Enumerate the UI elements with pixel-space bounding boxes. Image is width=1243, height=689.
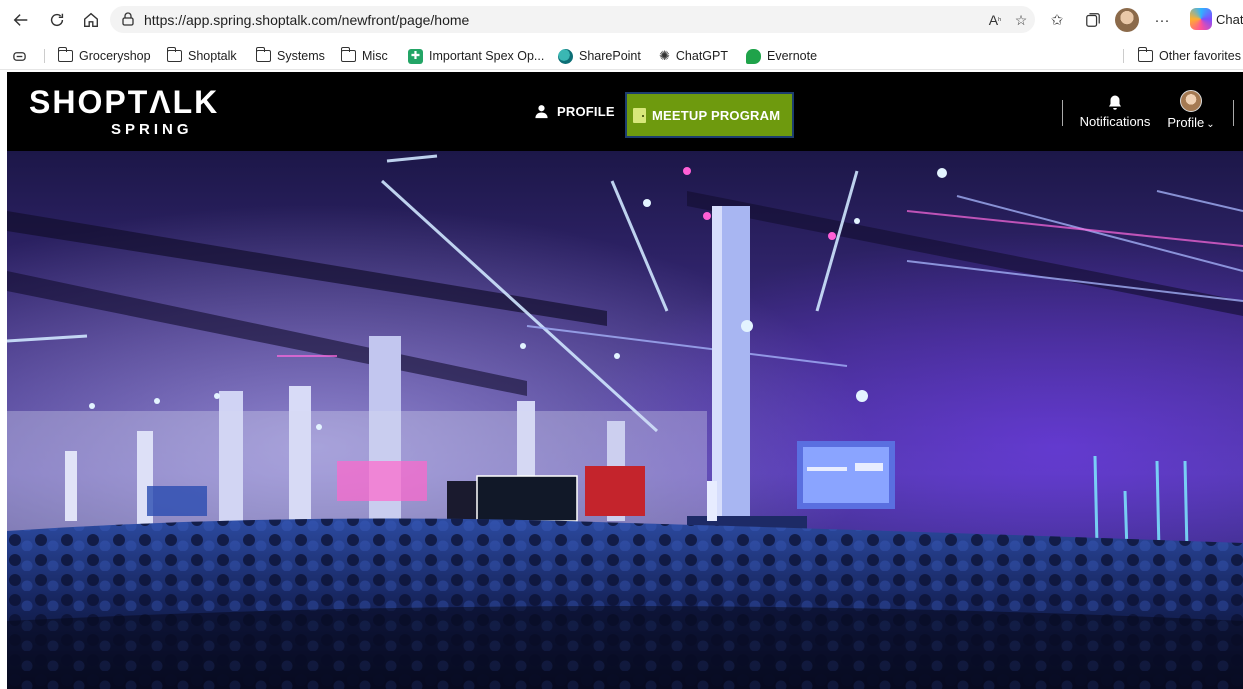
- favorite-sharepoint[interactable]: SharePoint: [558, 47, 641, 65]
- browser-toolbar: https://app.spring.shoptalk.com/newfront…: [0, 0, 1243, 40]
- chatgpt-icon: ✺: [659, 48, 670, 63]
- refresh-icon[interactable]: [46, 9, 68, 31]
- profile-avatar-icon[interactable]: [1115, 8, 1139, 32]
- favorite-label: Other favorites: [1159, 49, 1241, 63]
- site-info-icon[interactable]: [120, 11, 136, 27]
- favorite-label: Important Spex Op...: [429, 49, 545, 63]
- notifications-button[interactable]: Notifications: [1076, 94, 1154, 129]
- folder-icon: [57, 47, 73, 62]
- favorite-label: Misc: [362, 49, 388, 63]
- chat-label[interactable]: Chat: [1216, 12, 1243, 27]
- shoptalk-logo[interactable]: SHOPTΛLK: [29, 84, 219, 121]
- collections-icon[interactable]: [1082, 9, 1104, 31]
- notifications-label: Notifications: [1079, 114, 1151, 129]
- url-text[interactable]: https://app.spring.shoptalk.com/newfront…: [144, 12, 469, 28]
- bell-icon: [1109, 95, 1121, 110]
- hero-image: [7, 151, 1243, 689]
- favorites-divider: [44, 49, 45, 63]
- favorite-star-icon[interactable]: ☆: [1012, 12, 1030, 28]
- favorites-bar: Groceryshop Shoptalk Systems Misc ✚ Impo…: [0, 40, 1243, 70]
- favorite-label: ChatGPT: [675, 49, 729, 63]
- profile-menu-button[interactable]: Profile ⌄: [1165, 90, 1217, 130]
- profile-label: Profile: [1167, 115, 1205, 130]
- sharepoint-icon: [558, 48, 573, 64]
- site-header: SHOPTΛLK SPRING PROFILE MEETUP PROGRAM N…: [7, 72, 1243, 151]
- folder-icon: [340, 47, 356, 62]
- favorite-shoptalk[interactable]: Shoptalk: [166, 47, 237, 65]
- conference-hall-photo: [7, 151, 1243, 689]
- copilot-icon[interactable]: [1190, 8, 1212, 30]
- address-bar[interactable]: https://app.spring.shoptalk.com/newfront…: [110, 6, 1035, 33]
- nav-profile-link[interactable]: PROFILE: [534, 104, 615, 119]
- shoptalk-page: SHOPTΛLK SPRING PROFILE MEETUP PROGRAM N…: [7, 72, 1243, 689]
- favorites-divider: [1123, 49, 1124, 63]
- nav-meetup-label: MEETUP PROGRAM: [652, 107, 781, 123]
- read-aloud-icon[interactable]: Aʰ: [986, 12, 1004, 28]
- home-icon[interactable]: [80, 9, 102, 31]
- header-divider: [1062, 100, 1063, 126]
- nav-meetup-program-button[interactable]: MEETUP PROGRAM: [625, 92, 794, 138]
- folder-icon: [1137, 47, 1153, 62]
- sheets-icon: ✚: [408, 48, 423, 64]
- favorite-misc[interactable]: Misc: [340, 47, 388, 65]
- favorite-evernote[interactable]: Evernote: [746, 47, 817, 65]
- door-icon: [633, 107, 646, 123]
- avatar: [1180, 90, 1202, 112]
- folder-icon: [166, 47, 182, 62]
- more-icon[interactable]: ···: [1151, 9, 1173, 31]
- favorites-icon[interactable]: ✩: [1046, 9, 1068, 31]
- tab-actions-icon[interactable]: [12, 47, 27, 65]
- favorite-label: Evernote: [767, 49, 818, 63]
- nav-profile-label: PROFILE: [557, 104, 615, 119]
- evernote-icon: [746, 48, 761, 64]
- favorite-important-spex[interactable]: ✚ Important Spex Op...: [408, 47, 544, 65]
- favorite-label: Groceryshop: [79, 49, 151, 63]
- back-icon[interactable]: [10, 9, 32, 31]
- favorite-label: Systems: [277, 49, 325, 63]
- favorite-systems[interactable]: Systems: [255, 47, 325, 65]
- favorite-label: SharePoint: [579, 49, 641, 63]
- favorite-chatgpt[interactable]: ✺ ChatGPT: [659, 47, 728, 65]
- favorite-groceryshop[interactable]: Groceryshop: [57, 47, 151, 65]
- favorite-label: Shoptalk: [188, 49, 237, 63]
- other-favorites[interactable]: Other favorites: [1137, 47, 1241, 65]
- header-divider: [1233, 100, 1234, 126]
- logo-subtitle: SPRING: [111, 121, 193, 138]
- user-icon: [535, 105, 548, 119]
- chevron-down-icon: ⌄: [1206, 119, 1215, 130]
- folder-icon: [255, 47, 271, 62]
